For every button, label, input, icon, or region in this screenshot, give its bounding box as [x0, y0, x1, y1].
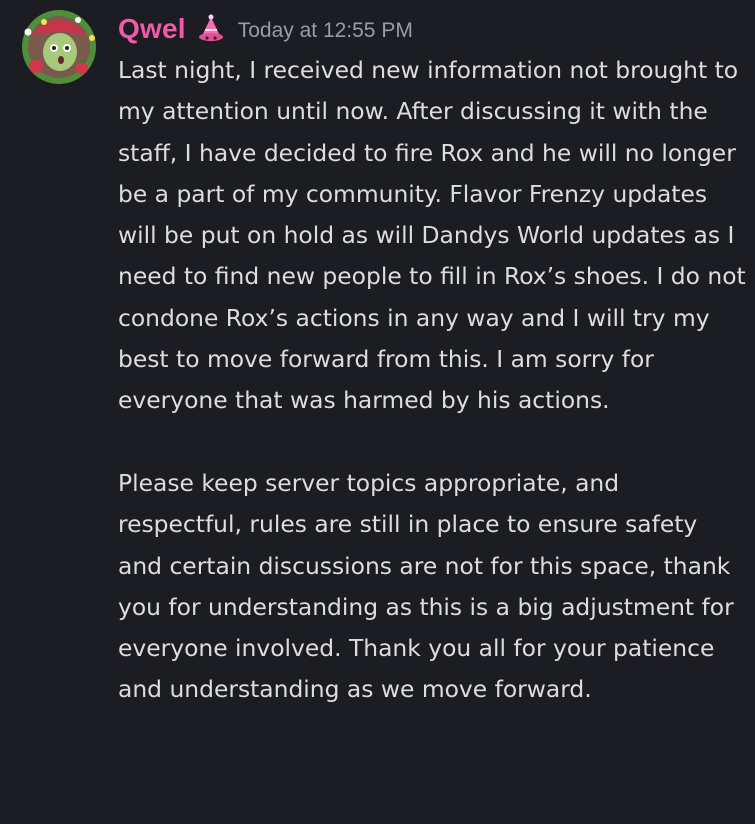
message-paragraph-1: Last night, I received new information n… [118, 56, 746, 415]
message-body: Last night, I received new information n… [118, 50, 748, 711]
chat-message: Qwel Today at 12:55 PM Last night, I rec… [0, 0, 755, 824]
message-content: Qwel Today at 12:55 PM Last night, I rec… [118, 8, 748, 711]
user-avatar[interactable] [20, 8, 98, 86]
message-header: Qwel Today at 12:55 PM [118, 8, 748, 50]
pink-hat-role-icon[interactable] [196, 14, 226, 44]
message-paragraph-2: Please keep server topics appropriate, a… [118, 468, 734, 704]
strawberry-avatar-icon [22, 10, 96, 84]
message-timestamp: Today at 12:55 PM [237, 19, 413, 42]
username[interactable]: Qwel [118, 13, 186, 45]
